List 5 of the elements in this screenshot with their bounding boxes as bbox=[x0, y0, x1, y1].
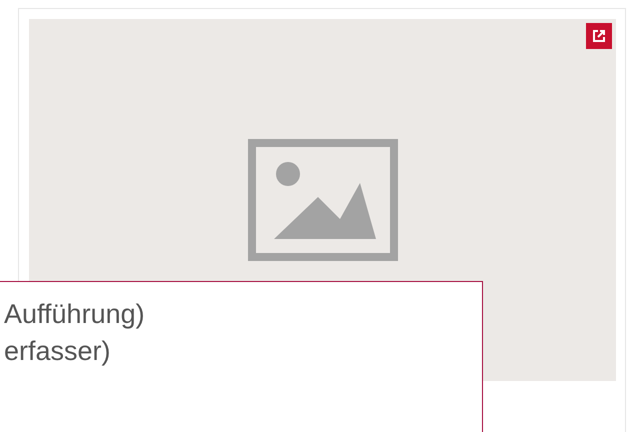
external-link-button[interactable] bbox=[586, 23, 612, 49]
image-placeholder-icon bbox=[248, 139, 398, 261]
external-link-icon bbox=[592, 29, 606, 43]
popup-text: Aufführung) bbox=[4, 298, 146, 331]
popup-text: erfasser) bbox=[4, 335, 112, 368]
